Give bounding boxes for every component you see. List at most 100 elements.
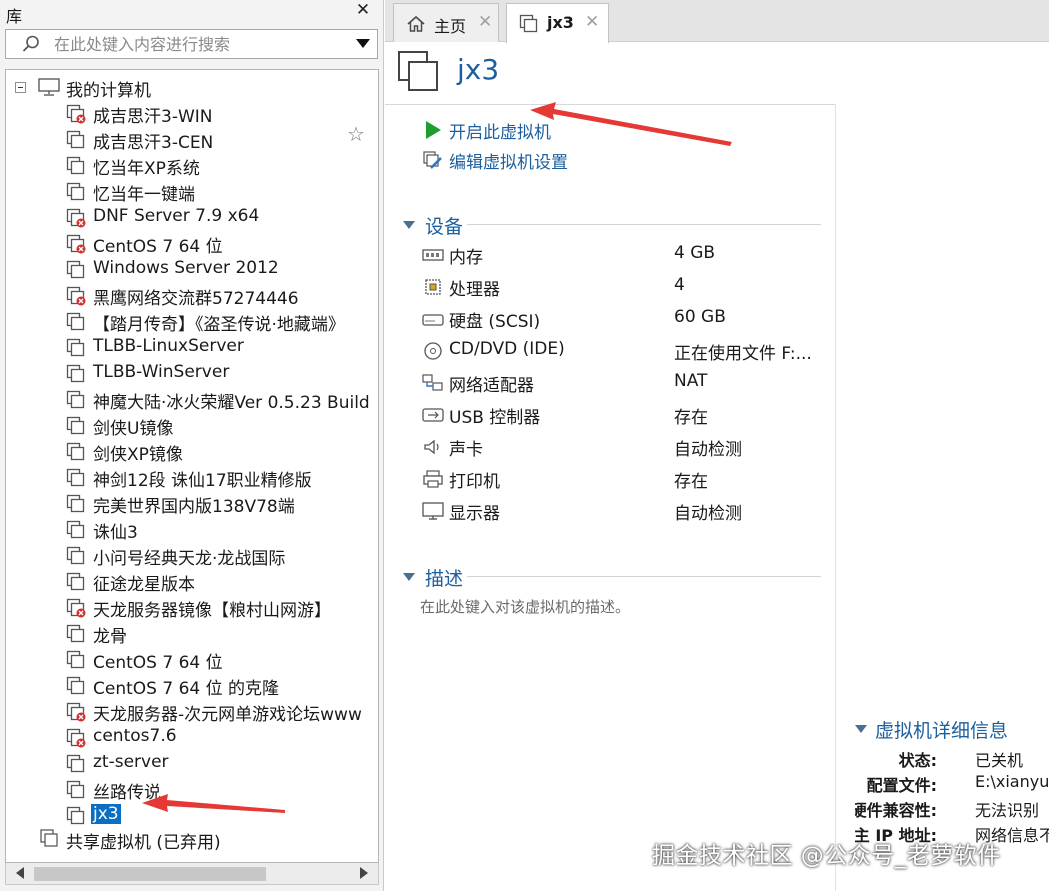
tree-item-shared-vms[interactable]: 共享虚拟机 (已弃用)	[6, 826, 376, 853]
tab-jx3-label: jx3	[547, 13, 574, 32]
search-input[interactable]	[54, 32, 344, 56]
tree-item-vm[interactable]: TLBB-WinServer	[6, 360, 378, 386]
tree-item-vm[interactable]: 完美世界国内版138V78端	[6, 490, 378, 517]
collapse-icon[interactable]	[15, 82, 26, 93]
memory-icon	[422, 249, 444, 261]
detail-value: 无法识别	[975, 801, 1040, 820]
device-row[interactable]: 显示器 自动检测	[421, 497, 841, 525]
detail-row: 配置文件: E:\xianyu	[855, 771, 1049, 795]
vm-icon	[66, 338, 85, 357]
scroll-left-icon[interactable]	[16, 867, 24, 879]
close-icon[interactable]: ✕	[354, 1, 372, 19]
tree-item-label: 成吉思汗3-CEN	[93, 133, 214, 153]
detail-key: 硬件兼容性:	[855, 801, 937, 820]
tree-item-vm[interactable]: 成吉思汗3-WIN	[6, 100, 378, 127]
detail-value: E:\xianyu	[975, 772, 1049, 791]
vm-icon	[66, 390, 85, 409]
tree-item-vm[interactable]: 征途龙星版本	[6, 568, 378, 595]
device-value: 正在使用文件 F:...	[674, 344, 812, 364]
shared-vm-icon	[40, 829, 58, 847]
vm-error-icon	[66, 208, 86, 228]
tab-jx3-close-icon[interactable]: ✕	[585, 13, 599, 31]
vm-icon	[66, 546, 85, 565]
vm-icon	[66, 650, 85, 669]
tree-item-vm[interactable]: 神剑12段 诛仙17职业精修版	[6, 464, 378, 491]
tree-root-label: 我的计算机	[66, 81, 151, 101]
tree-item-label: 剑侠XP镜像	[93, 445, 183, 465]
tree-item-vm[interactable]: CentOS 7 64 位	[6, 230, 378, 257]
tree-item-label: zt-server	[93, 752, 169, 772]
tree-item-vm[interactable]: Windows Server 2012	[6, 256, 378, 282]
description-divider	[467, 576, 821, 577]
tree-root-my-computer[interactable]: 我的计算机	[6, 74, 376, 101]
tree-item-vm[interactable]: centos7.6	[6, 724, 378, 750]
search-dropdown-icon[interactable]	[356, 39, 370, 48]
tree-item-vm[interactable]: zt-server	[6, 750, 378, 776]
tree-item-label: Windows Server 2012	[93, 258, 279, 278]
tree-item-vm[interactable]: 剑侠XP镜像	[6, 438, 378, 465]
library-panel: 库 ✕ 我的计算机 ☆ 成吉思汗3-WIN成吉思汗3-CEN忆	[0, 0, 384, 891]
device-label: 声卡	[449, 440, 483, 460]
cd-dvd-icon	[424, 342, 442, 360]
tree-item-vm[interactable]: 神魔大陆·冰火荣耀Ver 0.5.23 Build	[6, 386, 378, 413]
tree-item-vm[interactable]: 剑侠U镜像	[6, 412, 378, 439]
device-value: 自动检测	[674, 440, 742, 460]
tree-item-vm[interactable]: 诛仙3	[6, 516, 378, 543]
tab-jx3[interactable]: jx3 ✕	[506, 3, 609, 43]
play-icon	[426, 121, 441, 139]
device-row[interactable]: 处理器 4	[421, 273, 841, 301]
tab-home[interactable]: 主页 ✕	[393, 3, 499, 42]
tree-item-vm[interactable]: 【踏月传奇】《盗圣传说·地藏端》	[6, 308, 378, 335]
device-row[interactable]: 打印机 存在	[421, 465, 841, 493]
speaker-icon	[424, 439, 439, 455]
tree-item-vm[interactable]: 龙骨	[6, 620, 378, 647]
tree-item-vm[interactable]: 丝路传说	[6, 776, 378, 803]
device-label: 内存	[449, 248, 483, 268]
device-row[interactable]: CD/DVD (IDE) 正在使用文件 F:...	[421, 337, 841, 365]
device-row[interactable]: 硬盘 (SCSI) 60 GB	[421, 305, 841, 333]
tree-item-vm[interactable]: TLBB-LinuxServer	[6, 334, 378, 360]
tree-item-label: 征途龙星版本	[93, 575, 195, 595]
home-icon	[407, 15, 425, 32]
tree-item-vm[interactable]: 黑鹰网络交流群57274446	[6, 282, 378, 309]
tree-item-vm[interactable]: 成吉思汗3-CEN	[6, 126, 378, 153]
vm-icon	[66, 364, 85, 383]
usb-icon	[422, 408, 444, 422]
vm-list: 成吉思汗3-WIN 成吉思汗3-CEN 忆当年XP系统 忆当年一键端 DNF Serve…	[6, 100, 378, 828]
vm-icon	[66, 494, 85, 513]
vm-icon	[66, 806, 85, 825]
device-label: 网络适配器	[449, 376, 534, 396]
tab-home-label: 主页	[434, 17, 467, 36]
device-row[interactable]: 内存 4 GB	[421, 241, 841, 269]
vm-icon	[66, 442, 85, 461]
tree-item-label: 神魔大陆·冰火荣耀Ver 0.5.23 Build	[93, 393, 370, 413]
description-placeholder[interactable]: 在此处键入对该虚拟机的描述。	[420, 596, 630, 617]
device-label: 硬盘 (SCSI)	[449, 312, 541, 332]
tab-home-close-icon[interactable]: ✕	[478, 13, 492, 31]
tree-item-vm[interactable]: 天龙服务器镜像【粮村山网游】	[6, 594, 378, 621]
vm-large-icon	[398, 51, 438, 91]
vm-icon	[66, 416, 85, 435]
vm-title: jx3	[457, 53, 500, 86]
vm-icon	[66, 572, 85, 591]
library-search-box[interactable]	[5, 29, 378, 59]
tree-item-vm[interactable]: 天龙服务器-次元网单游戏论坛www	[6, 698, 378, 725]
tree-item-vm[interactable]: 忆当年XP系统	[6, 152, 378, 179]
scroll-right-icon[interactable]	[360, 867, 368, 879]
tree-item-vm[interactable]: jx3	[6, 802, 378, 828]
tree-item-vm[interactable]: CentOS 7 64 位 的克隆	[6, 672, 378, 699]
device-label: 打印机	[449, 472, 500, 492]
tree-item-label: CentOS 7 64 位	[93, 653, 223, 673]
vm-error-icon	[66, 598, 86, 618]
scrollbar-thumb[interactable]	[34, 867, 266, 881]
tree-item-label: 天龙服务器-次元网单游戏论坛www	[93, 705, 362, 725]
tree-item-vm[interactable]: CentOS 7 64 位	[6, 646, 378, 673]
tree-item-vm[interactable]: DNF Server 7.9 x64	[6, 204, 378, 230]
device-row[interactable]: 网络适配器 NAT	[421, 369, 841, 397]
device-row[interactable]: 声卡 自动检测	[421, 433, 841, 461]
tree-item-vm[interactable]: 忆当年一键端	[6, 178, 378, 205]
horizontal-scrollbar[interactable]	[5, 863, 379, 885]
tree-item-vm[interactable]: 小问号经典天龙·龙战国际	[6, 542, 378, 569]
detail-key: 状态:	[898, 751, 937, 770]
device-row[interactable]: USB 控制器 存在	[421, 401, 841, 429]
